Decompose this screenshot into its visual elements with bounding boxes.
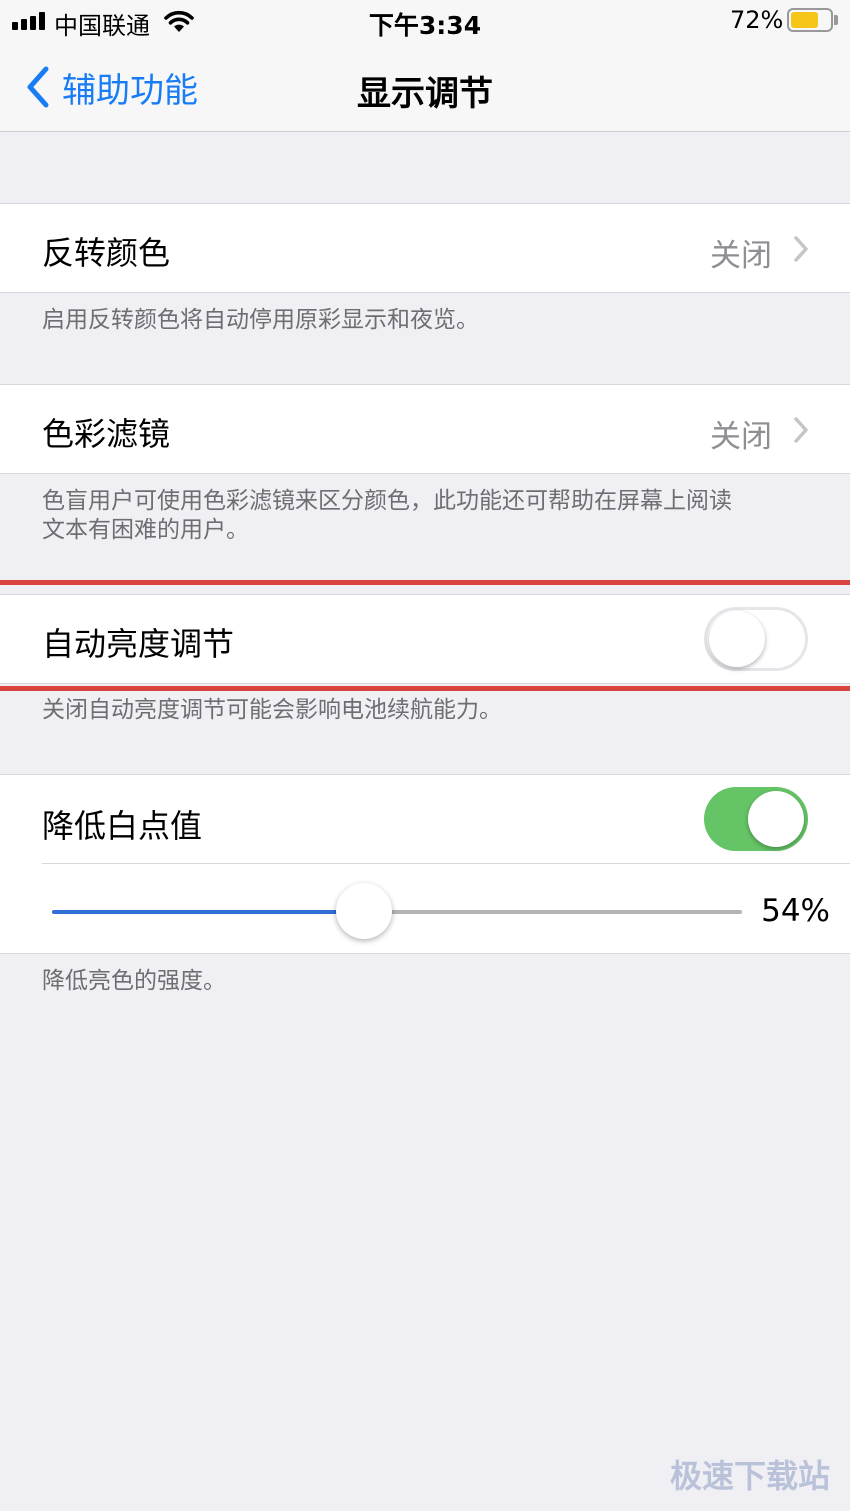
slider-value: 54%: [761, 893, 830, 929]
white-point-slider[interactable]: [52, 883, 742, 939]
auto-brightness-footer: 关闭自动亮度调节可能会影响电池续航能力。: [42, 697, 502, 723]
invert-colors-row[interactable]: 反转颜色 关闭: [0, 203, 850, 293]
reduce-white-point-toggle[interactable]: [704, 787, 808, 851]
highlight-line-bottom: [0, 686, 850, 691]
highlight-line-top: [0, 580, 850, 585]
color-filters-footer-line1: 色盲用户可使用色彩滤镜来区分颜色，此功能还可帮助在屏幕上阅读: [42, 488, 732, 514]
invert-colors-label: 反转颜色: [42, 234, 171, 272]
auto-brightness-label: 自动亮度调节: [42, 625, 235, 663]
invert-colors-footer: 启用反转颜色将自动停用原彩显示和夜览。: [42, 307, 479, 333]
color-filters-footer: 色盲用户可使用色彩滤镜来区分颜色，此功能还可帮助在屏幕上阅读 文本有困难的用户。: [42, 487, 812, 545]
battery-cap: [834, 15, 838, 25]
battery-percentage: 72%: [730, 6, 784, 34]
auto-brightness-toggle[interactable]: [704, 607, 808, 671]
screen: 中国联通 下午3:34 72% 辅助功能 显示调节 反转颜色 关闭 启用反转颜色…: [0, 0, 850, 1511]
battery-level: [791, 12, 818, 28]
invert-colors-value: 关闭: [710, 238, 772, 274]
navigation-bar: 辅助功能 显示调节: [0, 44, 850, 132]
watermark: 极速下载站: [669, 1457, 830, 1495]
color-filters-footer-line2: 文本有困难的用户。: [42, 517, 249, 543]
auto-brightness-row: 自动亮度调节: [0, 594, 850, 684]
toggle-knob: [709, 611, 765, 667]
battery-icon: [787, 8, 833, 32]
slider-fill: [52, 910, 364, 914]
reduce-white-point-footer: 降低亮色的强度。: [42, 968, 226, 994]
reduce-white-point-group: 降低白点值 54%: [0, 774, 850, 954]
chevron-right-icon: [794, 236, 808, 262]
toggle-knob: [748, 791, 804, 847]
slider-thumb[interactable]: [335, 883, 392, 939]
color-filters-row[interactable]: 色彩滤镜 关闭: [0, 384, 850, 474]
row-separator: [42, 863, 850, 864]
page-title: 显示调节: [357, 74, 493, 114]
color-filters-label: 色彩滤镜: [42, 415, 171, 453]
status-time: 下午3:34: [368, 11, 482, 40]
chevron-right-icon: [794, 417, 808, 443]
status-bar: 中国联通 下午3:34 72%: [0, 0, 850, 44]
reduce-white-point-label: 降低白点值: [42, 807, 203, 845]
color-filters-value: 关闭: [710, 419, 772, 455]
